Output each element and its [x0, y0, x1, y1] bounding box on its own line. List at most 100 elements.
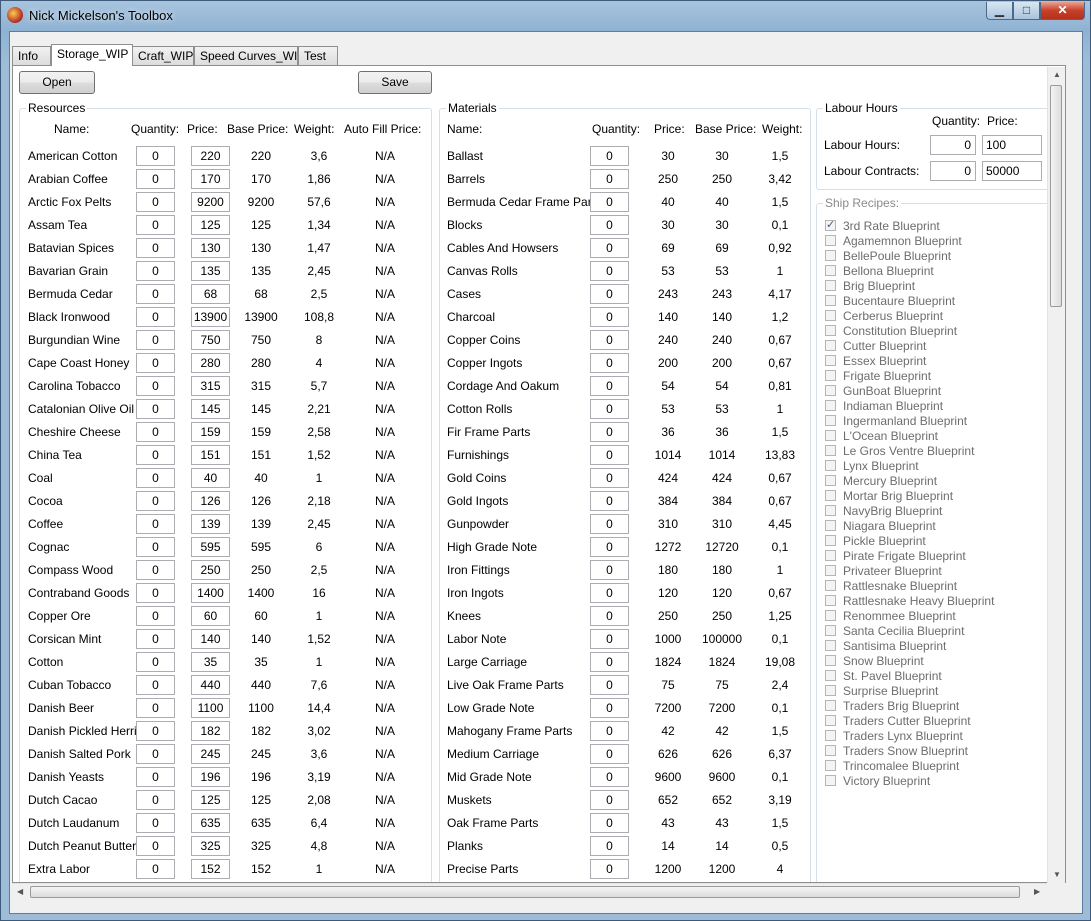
checkbox-icon[interactable]: [825, 310, 836, 321]
resource-price-input[interactable]: 325: [191, 836, 230, 856]
checkbox-icon[interactable]: [825, 730, 836, 741]
resource-price-input[interactable]: 60: [191, 606, 230, 626]
scroll-up-icon[interactable]: ▲: [1053, 70, 1061, 79]
resource-price-input[interactable]: 1400: [191, 583, 230, 603]
material-quantity-input[interactable]: 0: [590, 767, 629, 787]
ship-recipe-checkbox[interactable]: Rattlesnake Blueprint: [825, 579, 1045, 594]
checkbox-icon[interactable]: [825, 235, 836, 246]
resource-price-input[interactable]: 35: [191, 652, 230, 672]
ship-recipe-checkbox[interactable]: L'Ocean Blueprint: [825, 429, 1045, 444]
tab-info[interactable]: Info: [12, 46, 51, 65]
ship-recipe-checkbox[interactable]: Traders Brig Blueprint: [825, 699, 1045, 714]
minimize-button[interactable]: ▁: [986, 2, 1013, 20]
resource-quantity-input[interactable]: 0: [136, 836, 175, 856]
ship-recipe-checkbox[interactable]: Le Gros Ventre Blueprint: [825, 444, 1045, 459]
ship-recipe-checkbox[interactable]: NavyBrig Blueprint: [825, 504, 1045, 519]
resource-price-input[interactable]: 196: [191, 767, 230, 787]
ship-recipe-checkbox[interactable]: Agamemnon Blueprint: [825, 234, 1045, 249]
resource-price-input[interactable]: 750: [191, 330, 230, 350]
material-quantity-input[interactable]: 0: [590, 169, 629, 189]
ship-recipe-checkbox[interactable]: Santa Cecilia Blueprint: [825, 624, 1045, 639]
ship-recipe-checkbox[interactable]: GunBoat Blueprint: [825, 384, 1045, 399]
ship-recipe-checkbox[interactable]: Cutter Blueprint: [825, 339, 1045, 354]
material-quantity-input[interactable]: 0: [590, 721, 629, 741]
material-quantity-input[interactable]: 0: [590, 445, 629, 465]
ship-recipe-checkbox[interactable]: Essex Blueprint: [825, 354, 1045, 369]
ship-recipe-checkbox[interactable]: Privateer Blueprint: [825, 564, 1045, 579]
ship-recipe-checkbox[interactable]: Ingermanland Blueprint: [825, 414, 1045, 429]
material-quantity-input[interactable]: 0: [590, 146, 629, 166]
resource-price-input[interactable]: 595: [191, 537, 230, 557]
material-quantity-input[interactable]: 0: [590, 813, 629, 833]
material-quantity-input[interactable]: 0: [590, 652, 629, 672]
vertical-scrollbar[interactable]: ▲ ▼: [1047, 67, 1065, 883]
ship-recipe-checkbox[interactable]: BellePoule Blueprint: [825, 249, 1045, 264]
resource-quantity-input[interactable]: 0: [136, 169, 175, 189]
ship-recipe-checkbox[interactable]: Traders Cutter Blueprint: [825, 714, 1045, 729]
resource-quantity-input[interactable]: 0: [136, 813, 175, 833]
resource-quantity-input[interactable]: 0: [136, 422, 175, 442]
resource-quantity-input[interactable]: 0: [136, 468, 175, 488]
maximize-button[interactable]: □: [1013, 2, 1040, 20]
resource-quantity-input[interactable]: 0: [136, 146, 175, 166]
material-quantity-input[interactable]: 0: [590, 215, 629, 235]
ship-recipe-checkbox[interactable]: Frigate Blueprint: [825, 369, 1045, 384]
checkbox-icon[interactable]: [825, 280, 836, 291]
material-quantity-input[interactable]: 0: [590, 698, 629, 718]
tab-speed-curves-wip[interactable]: Speed Curves_WIP: [194, 46, 305, 65]
ship-recipe-checkbox[interactable]: Pickle Blueprint: [825, 534, 1045, 549]
resource-price-input[interactable]: 220: [191, 146, 230, 166]
material-quantity-input[interactable]: 0: [590, 399, 629, 419]
checkbox-icon[interactable]: [825, 400, 836, 411]
vertical-scroll-thumb[interactable]: [1050, 85, 1062, 307]
checkbox-icon[interactable]: [825, 250, 836, 261]
material-quantity-input[interactable]: 0: [590, 583, 629, 603]
checkbox-icon[interactable]: [825, 445, 836, 456]
material-quantity-input[interactable]: 0: [590, 629, 629, 649]
checkbox-icon[interactable]: [825, 535, 836, 546]
material-quantity-input[interactable]: 0: [590, 353, 629, 373]
resource-quantity-input[interactable]: 0: [136, 307, 175, 327]
ship-recipe-checkbox[interactable]: Mercury Blueprint: [825, 474, 1045, 489]
resource-price-input[interactable]: 125: [191, 790, 230, 810]
scroll-right-icon[interactable]: ▶: [1034, 887, 1040, 896]
resource-quantity-input[interactable]: 0: [136, 353, 175, 373]
material-quantity-input[interactable]: 0: [590, 261, 629, 281]
resource-quantity-input[interactable]: 0: [136, 560, 175, 580]
resource-quantity-input[interactable]: 0: [136, 445, 175, 465]
resource-quantity-input[interactable]: 0: [136, 859, 175, 879]
ship-recipe-checkbox[interactable]: Surprise Blueprint: [825, 684, 1045, 699]
resource-price-input[interactable]: 145: [191, 399, 230, 419]
ship-recipe-checkbox[interactable]: Brig Blueprint: [825, 279, 1045, 294]
resource-quantity-input[interactable]: 0: [136, 721, 175, 741]
material-quantity-input[interactable]: 0: [590, 307, 629, 327]
resource-quantity-input[interactable]: 0: [136, 652, 175, 672]
material-quantity-input[interactable]: 0: [590, 675, 629, 695]
tab-storage-wip[interactable]: Storage_WIP: [51, 44, 133, 66]
checkbox-icon[interactable]: [825, 565, 836, 576]
checkbox-icon[interactable]: [825, 370, 836, 381]
resource-quantity-input[interactable]: 0: [136, 399, 175, 419]
close-button[interactable]: ✕: [1040, 2, 1085, 20]
checkbox-icon[interactable]: [825, 700, 836, 711]
checkbox-icon[interactable]: [825, 625, 836, 636]
resource-price-input[interactable]: 170: [191, 169, 230, 189]
ship-recipe-checkbox[interactable]: Renommee Blueprint: [825, 609, 1045, 624]
resource-quantity-input[interactable]: 0: [136, 537, 175, 557]
ship-recipe-checkbox[interactable]: Cerberus Blueprint: [825, 309, 1045, 324]
checkbox-icon[interactable]: [825, 490, 836, 501]
resource-quantity-input[interactable]: 0: [136, 629, 175, 649]
scroll-down-icon[interactable]: ▼: [1053, 870, 1061, 879]
resource-quantity-input[interactable]: 0: [136, 744, 175, 764]
material-quantity-input[interactable]: 0: [590, 606, 629, 626]
resource-price-input[interactable]: 182: [191, 721, 230, 741]
checkbox-icon[interactable]: [825, 640, 836, 651]
resource-quantity-input[interactable]: 0: [136, 330, 175, 350]
resource-price-input[interactable]: 125: [191, 215, 230, 235]
resource-price-input[interactable]: 68: [191, 284, 230, 304]
ship-recipe-checkbox[interactable]: Niagara Blueprint: [825, 519, 1045, 534]
checkbox-icon[interactable]: [825, 340, 836, 351]
resource-price-input[interactable]: 250: [191, 560, 230, 580]
labour-hours-quantity-input[interactable]: 0: [930, 135, 976, 155]
checkbox-icon[interactable]: [825, 265, 836, 276]
